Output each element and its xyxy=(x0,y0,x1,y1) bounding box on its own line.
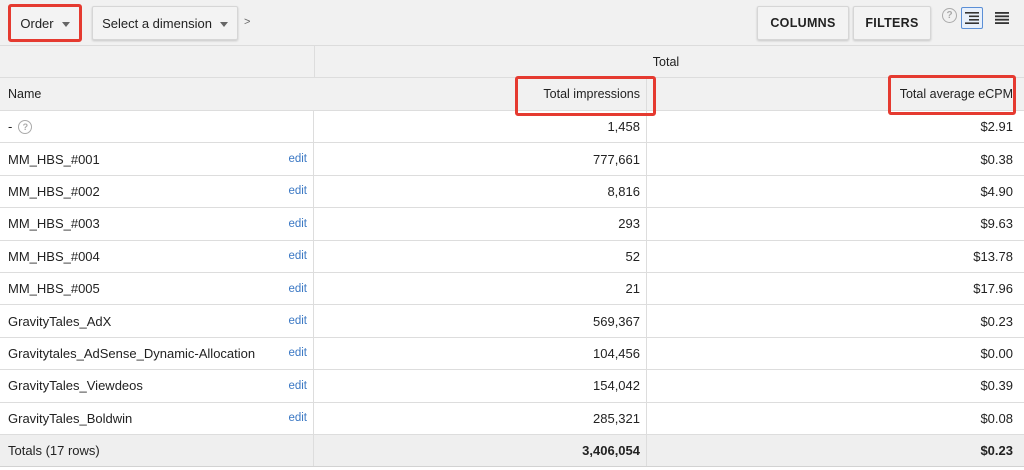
table-row[interactable]: Gravitytales_AdSense_Dynamic-Allocation e… xyxy=(0,337,1024,371)
table-row[interactable]: GravityTales_AdX edit 569,367 $0.23 xyxy=(0,305,1024,338)
row-ecpm-cell: $0.00 xyxy=(980,345,1013,361)
total-average-ecpm-column-header[interactable]: Total average eCPM xyxy=(647,78,1017,110)
totals-ecpm: $0.23 xyxy=(980,443,1013,458)
edit-link[interactable]: edit xyxy=(288,218,307,230)
table-row[interactable]: MM_HBS_#001 edit 777,661 $0.38 xyxy=(0,143,1024,176)
edit-link[interactable]: edit xyxy=(288,315,307,327)
edit-link[interactable]: edit xyxy=(288,153,307,165)
breadcrumb-separator: > xyxy=(244,16,251,28)
edit-link[interactable]: edit xyxy=(288,412,307,424)
row-impressions-cell: 52 xyxy=(314,240,647,272)
row-impressions-cell: 1,458 xyxy=(314,111,647,143)
row-name: Gravitytales_AdSense_Dynamic-Allocation xyxy=(8,345,256,361)
row-name: MM_HBS_#004 xyxy=(8,248,100,264)
help-icon[interactable]: ? xyxy=(942,8,957,23)
totals-row: Totals (17 rows) 3,406,054 $0.23 xyxy=(0,435,1024,467)
indented-view-icon[interactable] xyxy=(961,7,983,29)
row-impressions-cell: 104,456 xyxy=(314,337,647,370)
report-toolbar: Order Select a dimension > COLUMNS FILTE… xyxy=(0,0,1024,46)
row-name: MM_HBS_#005 xyxy=(8,281,100,297)
row-ecpm-cell: $0.39 xyxy=(980,378,1013,394)
caret-down-icon xyxy=(61,21,70,27)
row-name: - xyxy=(8,119,13,135)
row-name: GravityTales_Boldwin xyxy=(8,410,133,426)
row-ecpm-cell: $17.96 xyxy=(973,281,1013,297)
table-row[interactable]: MM_HBS_#004 edit 52 $13.78 xyxy=(0,240,1024,273)
totals-label: Totals (17 rows) xyxy=(0,435,314,466)
order-label: Order xyxy=(20,15,54,31)
edit-link[interactable]: edit xyxy=(288,380,307,392)
row-ecpm-cell: $13.78 xyxy=(973,248,1013,264)
row-name-cell: MM_HBS_#003 edit xyxy=(0,208,314,240)
row-name-cell: MM_HBS_#005 edit xyxy=(0,273,314,305)
row-name-cell: MM_HBS_#004 edit xyxy=(0,240,314,272)
row-name: GravityTales_Viewdeos xyxy=(8,378,143,394)
flat-list-view-icon[interactable] xyxy=(992,8,1012,28)
edit-link[interactable]: edit xyxy=(288,347,307,359)
row-name: GravityTales_AdX xyxy=(8,313,112,329)
filters-button[interactable]: FILTERS xyxy=(853,6,931,40)
edit-link[interactable]: edit xyxy=(288,250,307,262)
row-ecpm-cell: $0.38 xyxy=(980,151,1013,167)
row-name: MM_HBS_#001 xyxy=(8,151,100,167)
table-row[interactable]: GravityTales_Boldwin edit 285,321 $0.08 xyxy=(0,402,1024,435)
order-dimension-button[interactable]: Order xyxy=(10,6,80,40)
table-row[interactable]: MM_HBS_#005 edit 21 $17.96 xyxy=(0,273,1024,306)
row-name-cell: GravityTales_Viewdeos edit xyxy=(0,370,314,402)
edit-link[interactable]: edit xyxy=(288,283,307,295)
row-impressions-cell: 8,816 xyxy=(314,175,647,208)
row-name-cell: MM_HBS_#001 edit xyxy=(0,143,314,175)
row-name: MM_HBS_#003 xyxy=(8,216,100,232)
row-impressions-cell: 285,321 xyxy=(314,402,647,434)
row-name: MM_HBS_#002 xyxy=(8,183,100,199)
row-name-cell: -? xyxy=(0,111,314,143)
select-dimension-button[interactable]: Select a dimension xyxy=(92,6,238,40)
table-row[interactable]: MM_HBS_#003 edit 293 $9.63 xyxy=(0,208,1024,241)
row-name-cell: MM_HBS_#002 edit xyxy=(0,175,314,208)
totals-impressions: 3,406,054 xyxy=(314,435,647,466)
table-row[interactable]: -? 1,458 $2.91 xyxy=(0,111,1024,144)
row-ecpm-cell: $0.23 xyxy=(980,313,1013,329)
columns-button[interactable]: COLUMNS xyxy=(757,6,849,40)
select-dimension-label: Select a dimension xyxy=(102,15,212,31)
table-row[interactable]: MM_HBS_#002 edit 8,816 $4.90 xyxy=(0,175,1024,209)
column-header-row: Name Total impressions Total average eCP… xyxy=(0,78,1024,111)
row-impressions-cell: 21 xyxy=(314,273,647,305)
row-impressions-cell: 154,042 xyxy=(314,370,647,402)
edit-link[interactable]: edit xyxy=(288,185,307,197)
row-ecpm-cell: $2.91 xyxy=(980,119,1013,135)
row-ecpm-cell: $4.90 xyxy=(980,183,1013,199)
row-ecpm-cell: $0.08 xyxy=(980,410,1013,426)
row-impressions-cell: 293 xyxy=(314,208,647,240)
row-name-cell: GravityTales_AdX edit xyxy=(0,305,314,337)
name-column-header[interactable]: Name xyxy=(0,78,314,110)
row-impressions-cell: 569,367 xyxy=(314,305,647,337)
total-impressions-column-header[interactable]: Total impressions xyxy=(314,78,647,110)
row-ecpm-cell: $9.63 xyxy=(980,216,1013,232)
row-impressions-cell: 777,661 xyxy=(314,143,647,175)
caret-down-icon xyxy=(219,21,228,27)
help-icon[interactable]: ? xyxy=(18,119,33,134)
total-group-header: Total xyxy=(314,46,1017,78)
row-name-cell: Gravitytales_AdSense_Dynamic-Allocation e… xyxy=(0,337,314,370)
group-header-row: Total xyxy=(0,46,1024,78)
table-row[interactable]: GravityTales_Viewdeos edit 154,042 $0.39 xyxy=(0,370,1024,403)
row-name-cell: GravityTales_Boldwin edit xyxy=(0,402,314,434)
